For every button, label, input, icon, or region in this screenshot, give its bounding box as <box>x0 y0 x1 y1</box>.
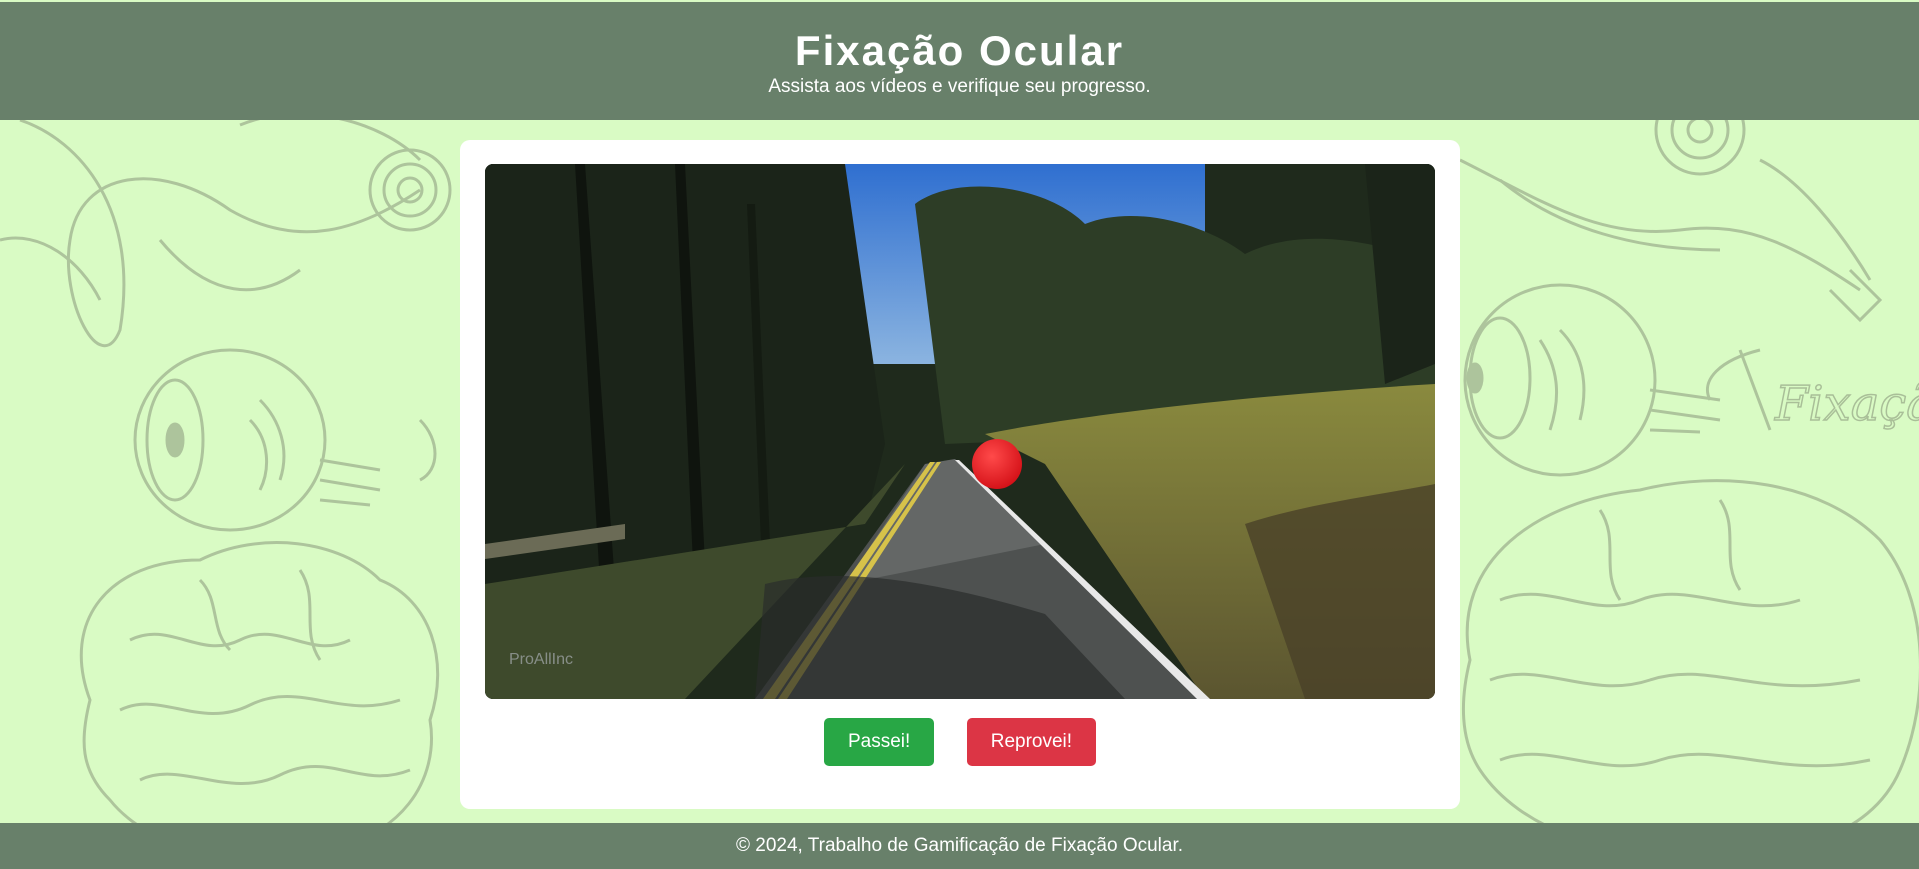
video-player[interactable]: ProAllInc <box>485 164 1435 699</box>
result-actions: Passei! Reprovei! <box>460 718 1460 766</box>
pass-button[interactable]: Passei! <box>823 718 935 766</box>
video-watermark: ProAllInc <box>509 651 573 668</box>
page-header: Fixação Ocular Assista aos vídeos e veri… <box>0 2 1919 120</box>
page-subtitle: Assista aos vídeos e verifique seu progr… <box>768 76 1151 97</box>
footer-text: © 2024, Trabalho de Gamificação de Fixaç… <box>735 835 1184 856</box>
video-card: ProAllInc Passei! Reprovei! <box>460 140 1460 809</box>
background-sketch-text: Fixação <box>1774 376 1919 432</box>
fixation-target-dot <box>972 439 1022 489</box>
page-footer: © 2024, Trabalho de Gamificação de Fixaç… <box>0 823 1919 869</box>
page-title: Fixação Ocular <box>794 27 1125 74</box>
video-frame: ProAllInc <box>485 164 1435 699</box>
fail-button[interactable]: Reprovei! <box>966 718 1097 766</box>
